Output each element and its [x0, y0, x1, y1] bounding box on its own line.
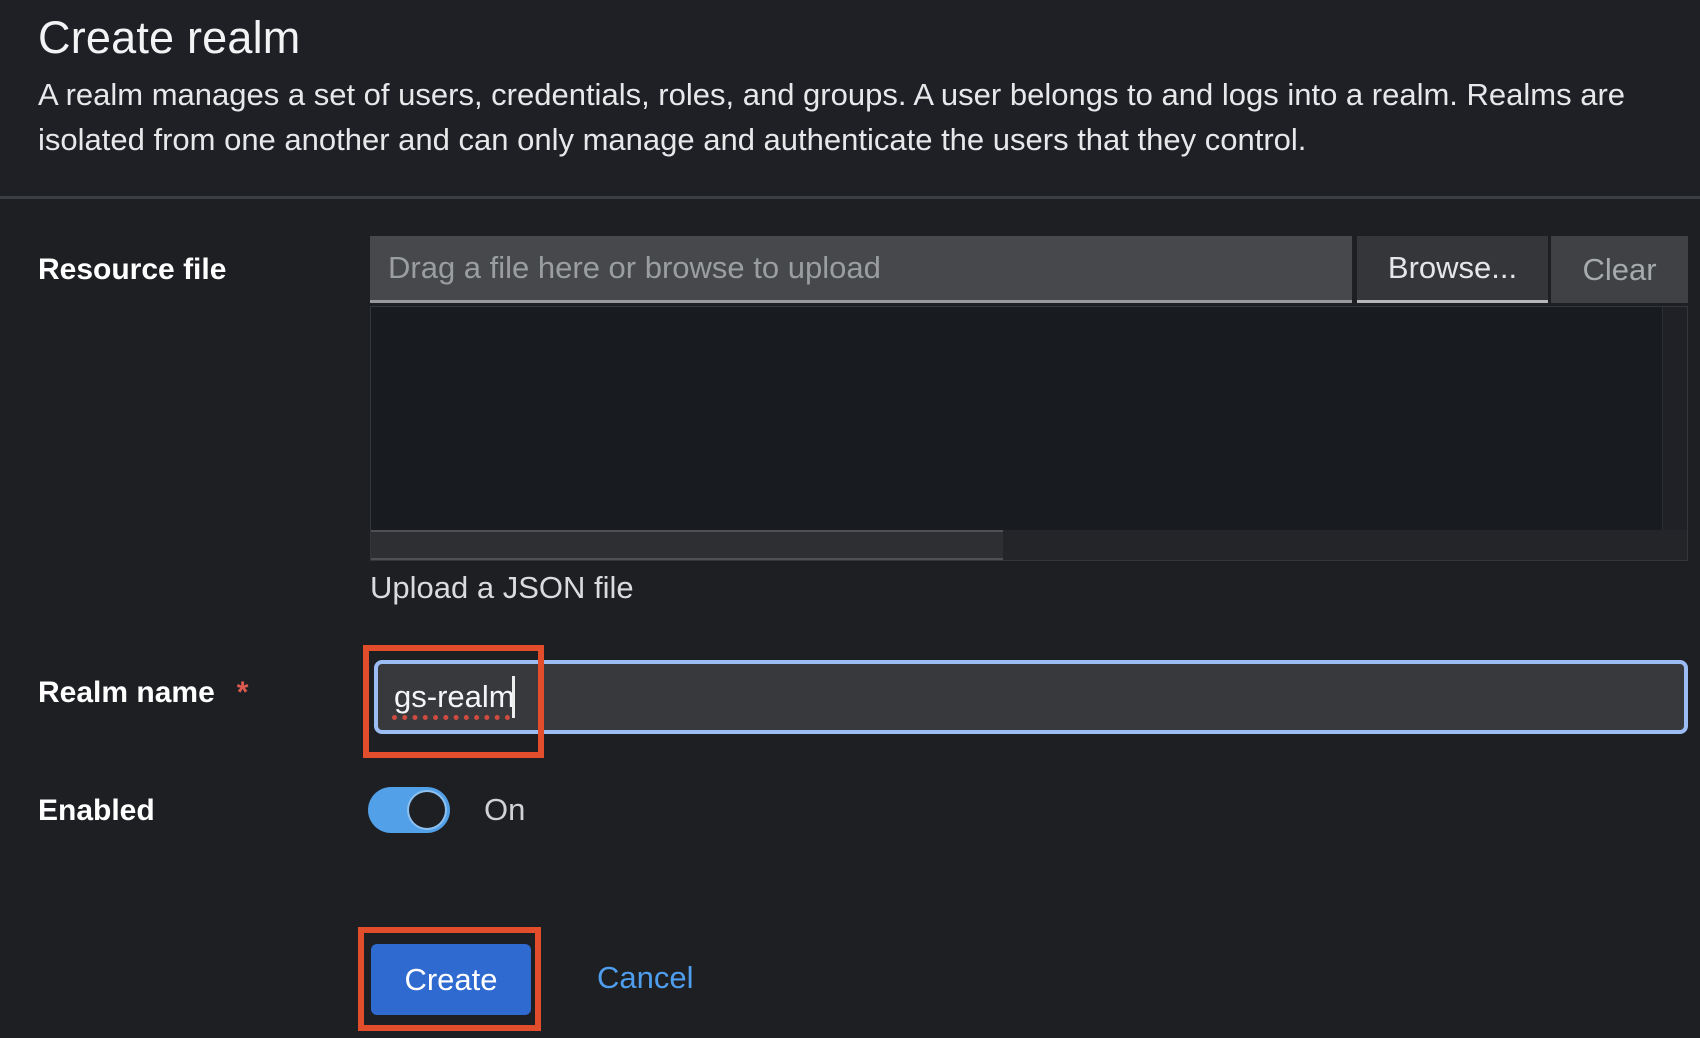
- page-description: A realm manages a set of users, credenti…: [38, 72, 1625, 162]
- realm-name-label: Realm name: [38, 676, 215, 709]
- page-description-line-2: isolated from one another and can only m…: [38, 117, 1625, 162]
- enabled-toggle-knob: [409, 792, 445, 828]
- page-title: Create realm: [38, 12, 301, 64]
- create-button[interactable]: Create: [371, 944, 531, 1015]
- realm-name-input[interactable]: [374, 660, 1688, 734]
- enabled-state-label: On: [484, 792, 525, 828]
- realm-name-label-row: Realm name *: [38, 676, 248, 710]
- resource-file-json-editor[interactable]: [370, 306, 1688, 561]
- file-upload-filename-input[interactable]: [370, 236, 1352, 303]
- enabled-toggle[interactable]: [368, 787, 450, 833]
- editor-vertical-scrollbar[interactable]: [1662, 307, 1687, 531]
- cancel-link[interactable]: Cancel: [597, 960, 694, 996]
- browse-button[interactable]: Browse...: [1357, 236, 1548, 303]
- clear-button[interactable]: Clear: [1551, 236, 1688, 303]
- page-header: Create realm A realm manages a set of us…: [0, 0, 1700, 199]
- editor-horizontal-scrollbar[interactable]: [371, 530, 1687, 560]
- resource-file-label: Resource file: [38, 253, 226, 287]
- required-asterisk: *: [237, 676, 249, 709]
- create-realm-page: Create realm A realm manages a set of us…: [0, 0, 1700, 1038]
- editor-horizontal-scrollbar-thumb[interactable]: [371, 530, 1003, 560]
- realm-name-field: [374, 660, 1688, 734]
- enabled-label: Enabled: [38, 794, 155, 828]
- page-description-line-1: A realm manages a set of users, credenti…: [38, 72, 1625, 117]
- upload-helper-text: Upload a JSON file: [370, 570, 634, 606]
